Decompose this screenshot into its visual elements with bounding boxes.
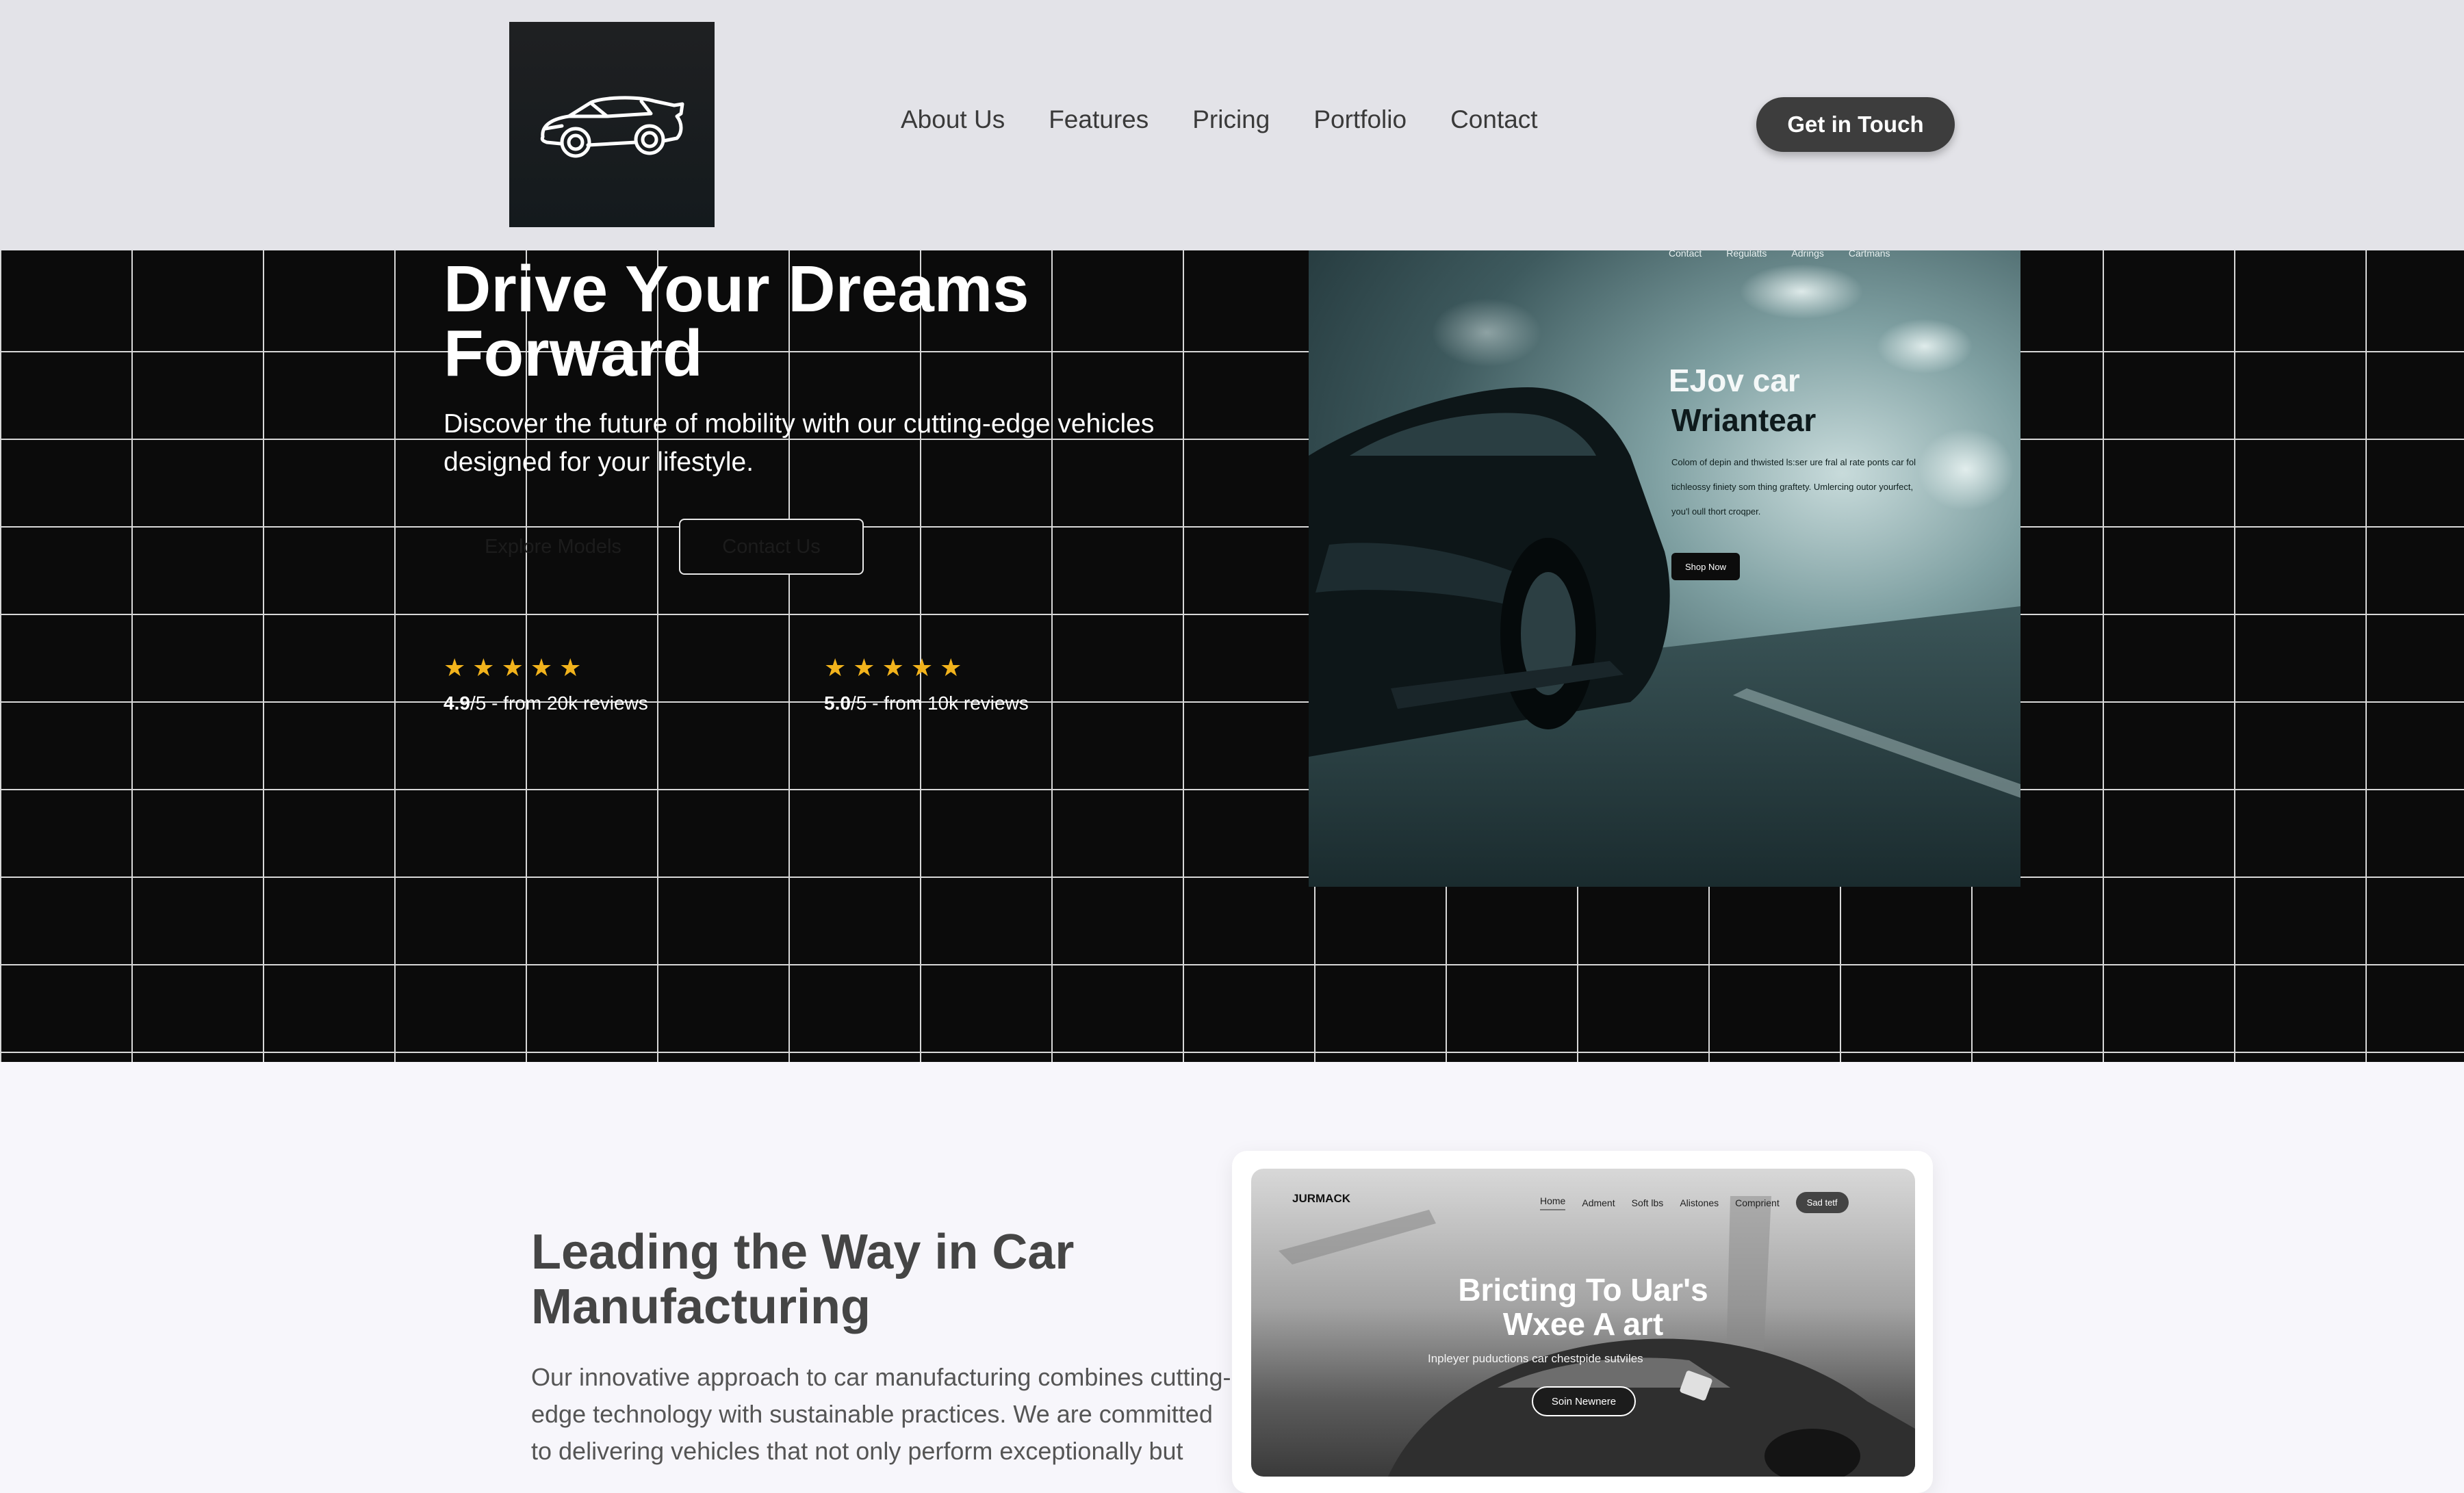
car-photo <box>1309 264 2020 887</box>
image-nav: Contact Regulatts Adrings Cartmans <box>1669 250 1890 259</box>
image-body-text: Colom of depin and thwisted ls:ser ure f… <box>1671 457 1916 517</box>
car-logo-icon <box>540 96 684 158</box>
contact-us-button[interactable]: Contact Us <box>679 519 864 575</box>
preview-brand: JURMACK <box>1292 1192 1350 1205</box>
grid-background <box>0 250 2464 1062</box>
image-heading-line2: Wriantear <box>1671 402 1817 438</box>
star-icon: ★ <box>824 653 847 681</box>
star-icon: ★ <box>882 653 904 681</box>
rating-suffix: /5 - from 10k reviews <box>850 692 1029 714</box>
image-heading-line1: EJov car <box>1669 363 1800 398</box>
rating-block: ★ ★ ★ ★ ★ 4.9/5 - from 20k reviews <box>444 654 648 714</box>
rating-score: 5.0 <box>824 692 851 714</box>
preview-nav-item: Alistones <box>1680 1197 1719 1208</box>
preview-nav-item: Soft lbs <box>1631 1197 1664 1208</box>
hero-subtitle: Discover the future of mobility with our… <box>444 409 1155 477</box>
preview-image: JURMACK Home Adment Soft lbs Alistones C… <box>1251 1169 1915 1477</box>
image-shop-now-button: Shop Now <box>1671 553 1740 580</box>
preview-cta-button: Soin Newnere <box>1532 1386 1636 1416</box>
preview-nav-item: Adment <box>1582 1197 1615 1208</box>
about-title: Leading the Way in Car Manufacturing <box>531 1225 1075 1334</box>
preview-nav: Home Adment Soft lbs Alistones Comprient… <box>1540 1192 1849 1213</box>
preview-title: Bricting To Uar's Wxee A art <box>1251 1273 1915 1341</box>
nav-features[interactable]: Features <box>1049 105 1148 134</box>
rating-score: 4.9 <box>444 692 470 714</box>
hero-section: Drive Your Dreams Forward Discover the f… <box>0 250 2464 1062</box>
nav-contact[interactable]: Contact <box>1450 105 1538 134</box>
nav-about-us[interactable]: About Us <box>901 105 1005 134</box>
preview-subtitle: Inpleyer puductions car chestpide sutvil… <box>1428 1352 1643 1365</box>
star-icon: ★ <box>940 653 962 681</box>
preview-nav-button: Sad tetf <box>1795 1192 1849 1213</box>
image-nav-item: Adrings <box>1791 250 1824 259</box>
rating-suffix: /5 - from 20k reviews <box>470 692 648 714</box>
star-icon: ★ <box>530 653 553 681</box>
star-rating: ★ ★ ★ ★ ★ <box>444 654 648 681</box>
star-icon: ★ <box>910 653 934 681</box>
preview-title-line1: Bricting To Uar's <box>1458 1272 1708 1308</box>
star-icon: ★ <box>559 653 582 681</box>
site-header: About Us Features Pricing Portfolio Cont… <box>0 0 2464 250</box>
main-nav: About Us Features Pricing Portfolio Cont… <box>901 105 1582 134</box>
rating-text: 4.9/5 - from 20k reviews <box>444 692 648 714</box>
image-nav-item: Contact <box>1669 250 1702 259</box>
rating-block: ★ ★ ★ ★ ★ 5.0/5 - from 10k reviews <box>824 654 1029 714</box>
preview-title-line2: Wxee A art <box>1502 1306 1664 1342</box>
image-nav-item: Cartmans <box>1848 250 1890 259</box>
image-nav-item: Regulatts <box>1726 250 1767 259</box>
preview-nav-item: Comprient <box>1735 1197 1780 1208</box>
preview-nav-item: Home <box>1540 1195 1566 1210</box>
logo[interactable] <box>509 22 715 227</box>
get-in-touch-button[interactable]: Get in Touch <box>1756 97 1955 152</box>
star-rating: ★ ★ ★ ★ ★ <box>824 654 1029 681</box>
nav-portfolio[interactable]: Portfolio <box>1313 105 1407 134</box>
star-icon: ★ <box>501 653 524 681</box>
hero-image: Contact Regulatts Adrings Cartmans EJov … <box>1309 250 2020 887</box>
star-icon: ★ <box>472 653 495 681</box>
rating-text: 5.0/5 - from 10k reviews <box>824 692 1029 714</box>
nav-pricing[interactable]: Pricing <box>1192 105 1270 134</box>
hero-title: Drive Your Dreams Forward <box>444 252 1029 390</box>
star-icon: ★ <box>853 653 875 681</box>
about-text: Our innovative approach to car manufactu… <box>531 1363 1231 1465</box>
explore-models-button[interactable]: Explore Models <box>444 519 663 575</box>
star-icon: ★ <box>444 653 466 681</box>
